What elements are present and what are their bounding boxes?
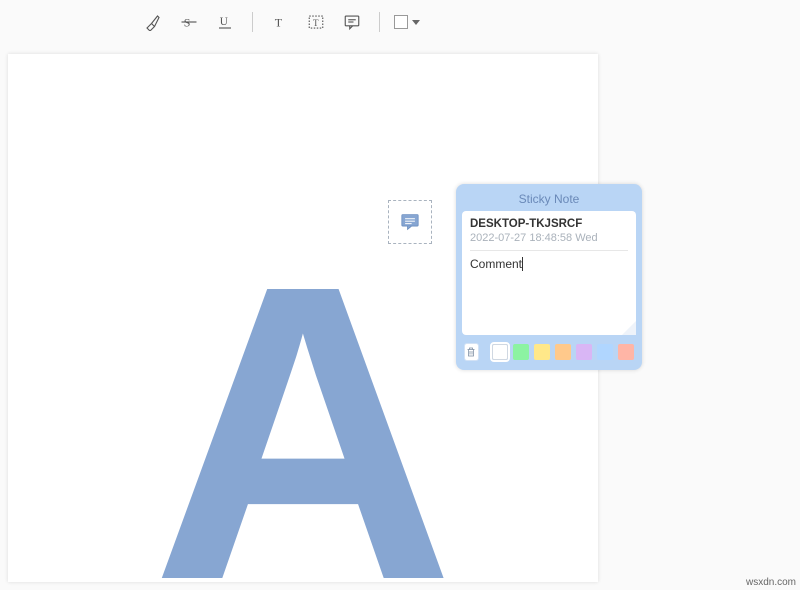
watermark: wsxdn.com	[746, 577, 796, 588]
comment-icon	[400, 213, 420, 231]
sticky-note-fold-icon	[622, 321, 636, 335]
sticky-color-swatch[interactable]	[597, 344, 613, 360]
sticky-note-popup[interactable]: Sticky Note DESKTOP-TKJSRCF 2022-07-27 1…	[456, 184, 642, 370]
annotation-toolbar: S U T T	[140, 6, 420, 38]
chevron-down-icon	[412, 20, 420, 25]
svg-text:T: T	[313, 18, 319, 28]
sticky-color-swatch[interactable]	[576, 344, 592, 360]
strikethrough-tool-button[interactable]: S	[176, 9, 202, 35]
sticky-note-toolbar	[462, 335, 636, 364]
sticky-note-title: Sticky Note	[462, 190, 636, 211]
sticky-note-body: DESKTOP-TKJSRCF 2022-07-27 18:48:58 Wed …	[462, 211, 636, 335]
fill-color-dropdown[interactable]	[394, 15, 420, 29]
comment-anchor[interactable]	[388, 200, 432, 244]
trash-icon	[465, 346, 477, 358]
sticky-color-swatch[interactable]	[618, 344, 634, 360]
sticky-note-author: DESKTOP-TKJSRCF	[470, 218, 628, 230]
highlight-tool-button[interactable]	[140, 9, 166, 35]
comment-tool-button[interactable]	[339, 9, 365, 35]
delete-note-button[interactable]	[464, 343, 479, 361]
sticky-note-timestamp: 2022-07-27 18:48:58 Wed	[470, 232, 628, 251]
typewriter-tool-button[interactable]: T	[267, 9, 293, 35]
sticky-color-swatch[interactable]	[534, 344, 550, 360]
textbox-tool-button[interactable]: T	[303, 9, 329, 35]
sticky-note-comment-input[interactable]: Comment	[470, 251, 628, 329]
toolbar-separator	[252, 12, 253, 32]
svg-text:U: U	[220, 16, 228, 28]
sticky-color-swatch[interactable]	[492, 344, 508, 360]
canvas-content-letter: A	[151, 224, 454, 582]
sticky-color-swatch[interactable]	[513, 344, 529, 360]
fill-color-swatch	[394, 15, 408, 29]
underline-tool-button[interactable]: U	[212, 9, 238, 35]
svg-text:T: T	[275, 16, 283, 30]
toolbar-separator	[379, 12, 380, 32]
sticky-color-swatch[interactable]	[555, 344, 571, 360]
